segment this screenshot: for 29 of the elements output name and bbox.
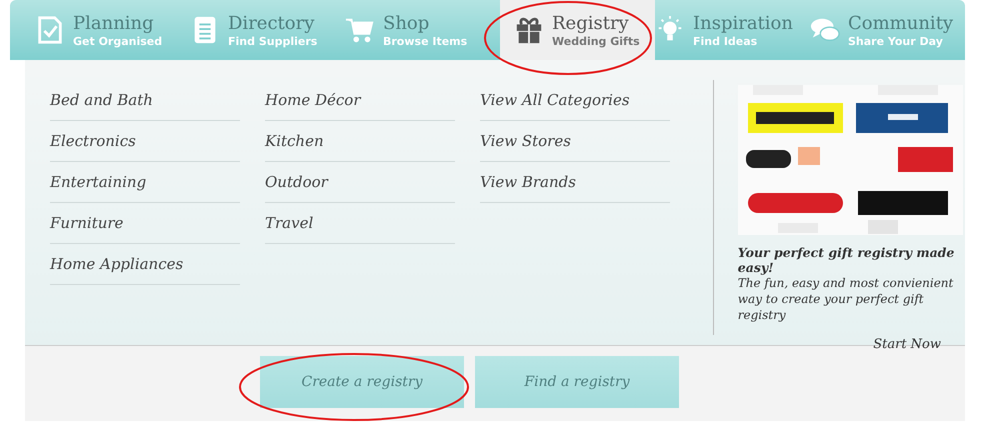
menu-link[interactable]: View All Categories — [480, 80, 670, 121]
nav-tab[interactable]: Registry Wedding Gifts — [500, 0, 655, 60]
start-now-link[interactable]: Start Now — [873, 337, 941, 352]
tab-title: Inspiration — [693, 12, 793, 34]
menu-link[interactable]: Home Décor — [265, 80, 455, 121]
menu-link[interactable]: View Stores — [480, 121, 670, 162]
tab-subtitle: Browse Items — [383, 34, 468, 48]
tab-title: Directory — [228, 12, 316, 34]
menu-link[interactable]: Furniture — [50, 203, 240, 244]
tab-subtitle: Wedding Gifts — [552, 34, 640, 48]
tab-subtitle: Find Ideas — [693, 34, 758, 48]
menu-link[interactable]: Outdoor — [265, 162, 455, 203]
menu-link[interactable]: Electronics — [50, 121, 240, 162]
gift-icon — [514, 15, 544, 45]
tab-title: Registry — [552, 12, 630, 34]
menu-link[interactable]: Entertaining — [50, 162, 240, 203]
tab-subtitle: Get Organised — [73, 34, 162, 48]
tab-subtitle: Share Your Day — [848, 34, 944, 48]
menu-link[interactable]: Travel — [265, 203, 455, 244]
menu-link[interactable]: View Brands — [480, 162, 670, 203]
tab-title: Planning — [73, 12, 155, 34]
menu-link[interactable]: Home Appliances — [50, 244, 240, 285]
promo-headline: Your perfect gift registry made easy! — [738, 245, 956, 275]
menu-link[interactable]: Bed and Bath — [50, 80, 240, 121]
tab-title: Community — [848, 12, 954, 34]
tab-title: Shop — [383, 12, 430, 34]
tab-subtitle: Find Suppliers — [228, 34, 318, 48]
promo-text: The fun, easy and most convienient way to create your perfect gift registry — [738, 275, 954, 323]
menu-link[interactable]: Kitchen — [265, 121, 455, 162]
